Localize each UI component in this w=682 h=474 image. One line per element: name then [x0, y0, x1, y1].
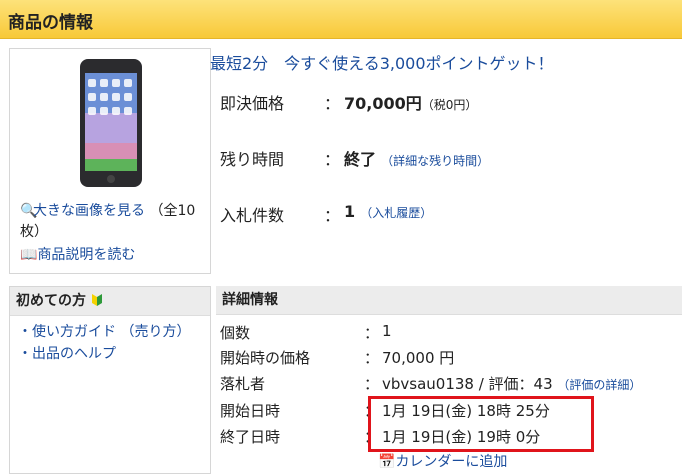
- product-image-panel: 🔍大きな画像を見る （全10枚） 📖商品説明を読む: [9, 48, 211, 274]
- beginner-mark-icon: [91, 294, 102, 306]
- add-to-calendar-link[interactable]: カレンダーに追加: [395, 454, 507, 470]
- listing-help-link[interactable]: ・出品のヘルプ: [18, 343, 116, 363]
- winner-value: vbvsau0138 / 評価：43: [382, 375, 553, 393]
- calendar-icon: 📅: [378, 454, 396, 470]
- section-title: 商品の情報: [8, 13, 93, 33]
- promo-link[interactable]: 最短2分 今すぐ使える3,000ポイントゲット！: [210, 50, 554, 74]
- usage-guide-link[interactable]: ・使い方ガイド （売り方）: [18, 321, 190, 341]
- magnifier-icon: 🔍: [20, 203, 38, 219]
- section-header: 商品の情報: [0, 0, 682, 39]
- bids-value: 1: [344, 202, 356, 221]
- details-header: 詳細情報: [216, 286, 682, 315]
- beginners-panel: 初めての方 ・使い方ガイド （売り方） ・出品のヘルプ: [9, 286, 211, 474]
- remaining-value: 終了: [344, 150, 377, 169]
- bid-history-link[interactable]: （入札履歴）: [360, 206, 432, 220]
- price-value: 70,000円: [344, 94, 422, 113]
- product-image[interactable]: [60, 57, 160, 193]
- enlarge-image-row: 🔍大きな画像を見る （全10枚）: [20, 201, 208, 243]
- rating-detail-link[interactable]: （評価の詳細）: [557, 378, 641, 392]
- book-icon: 📖: [20, 247, 38, 263]
- highlight-box: [368, 396, 594, 452]
- beginners-header: 初めての方: [10, 287, 210, 316]
- calendar-row: 📅カレンダーに追加: [378, 451, 507, 471]
- remaining-label: 残り時間: [220, 150, 285, 169]
- tax-note: （税0円）: [421, 98, 478, 112]
- remaining-detail-link[interactable]: （詳細な残り時間）: [381, 154, 489, 168]
- read-description-link[interactable]: 商品説明を読む: [37, 247, 135, 263]
- bids-label: 入札件数: [220, 206, 285, 225]
- description-row: 📖商品説明を読む: [20, 245, 135, 266]
- enlarge-image-link[interactable]: 大きな画像を見る: [33, 203, 145, 219]
- price-label: 即決価格: [220, 94, 285, 113]
